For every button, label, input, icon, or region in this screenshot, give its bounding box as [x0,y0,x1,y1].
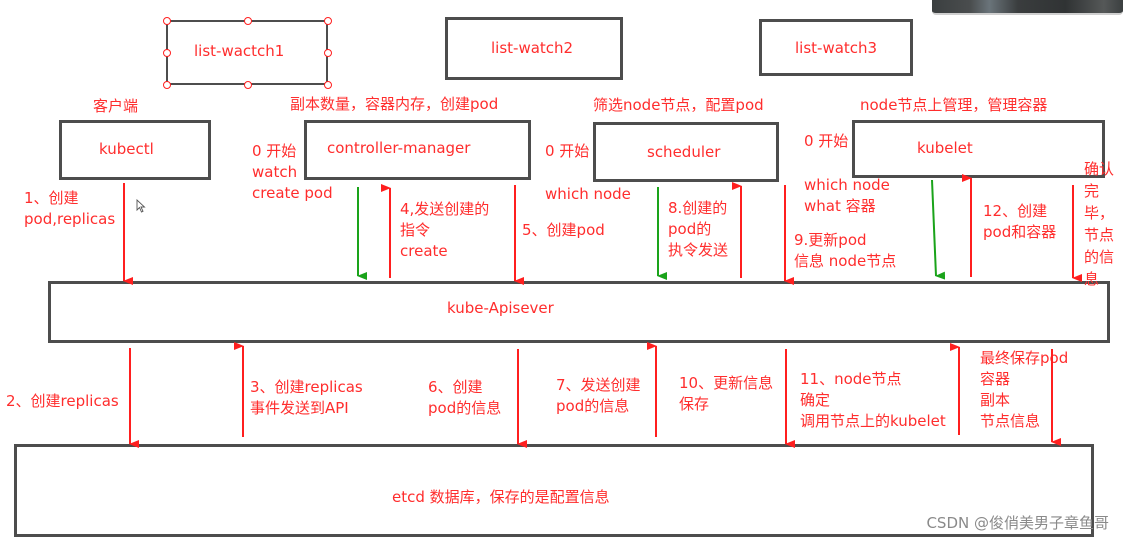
arrow-kubelet-watch [931,179,946,280]
mouse-cursor-icon [136,199,146,213]
watermark: CSDN @俊俏美男子章鱼哥 [926,514,1109,532]
arrows-layer [123,174,1082,448]
